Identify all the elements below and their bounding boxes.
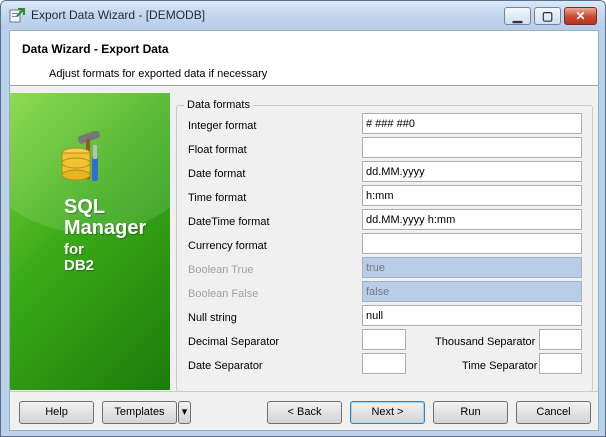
decimal-separator-label: Decimal Separator: [188, 336, 280, 348]
title-bar[interactable]: Export Data Wizard - [DEMODB] ▁ ▢ ✕: [1, 1, 605, 29]
currency-format-input[interactable]: [362, 233, 582, 254]
templates-button[interactable]: Templates: [102, 401, 177, 424]
wizard-body: Data Wizard - Export Data Adjust formats…: [9, 30, 599, 431]
maximize-icon: ▢: [541, 9, 554, 23]
wizard-header: Data Wizard - Export Data Adjust formats…: [10, 31, 598, 86]
footer-divider: [10, 391, 598, 392]
close-button[interactable]: ✕: [564, 7, 597, 25]
date-format-input[interactable]: [362, 161, 582, 182]
banner-line-manager: Manager: [64, 217, 147, 239]
back-button[interactable]: < Back: [267, 401, 342, 424]
boolean-false-input: [362, 281, 582, 302]
banner-line-sql: SQL: [64, 196, 106, 218]
time-separator-input[interactable]: [539, 353, 582, 374]
decimal-separator-input[interactable]: [362, 329, 406, 350]
float-format-label: Float format: [188, 144, 247, 156]
date-format-label: Date format: [188, 168, 246, 180]
time-format-input[interactable]: [362, 185, 582, 206]
banner-line-for: for: [64, 241, 84, 258]
banner-line-db2: DB2: [64, 257, 95, 274]
run-button[interactable]: Run: [433, 401, 508, 424]
export-wizard-app-icon: [9, 8, 25, 23]
minimize-icon: ▁: [512, 9, 523, 23]
datetime-format-input[interactable]: [362, 209, 582, 230]
chevron-down-icon: ▾: [181, 406, 188, 418]
float-format-input[interactable]: [362, 137, 582, 158]
null-string-input[interactable]: [362, 305, 582, 326]
templates-dropdown-button[interactable]: ▾: [178, 401, 191, 424]
time-separator-label: Time Separator: [462, 360, 538, 372]
banner-edition: for DB2: [64, 242, 94, 274]
boolean-true-label: Boolean True: [188, 264, 254, 276]
banner-product-name: SQL Manager: [64, 197, 146, 239]
thousand-separator-label: Thousand Separator: [435, 336, 536, 348]
window-title: Export Data Wizard - [DEMODB]: [31, 8, 206, 22]
boolean-false-label: Boolean False: [188, 288, 259, 300]
next-button[interactable]: Next >: [350, 401, 425, 424]
minimize-button[interactable]: ▁: [504, 7, 531, 25]
date-separator-input[interactable]: [362, 353, 406, 374]
currency-format-label: Currency format: [188, 240, 267, 252]
export-wizard-window: Export Data Wizard - [DEMODB] ▁ ▢ ✕ Data…: [0, 0, 606, 437]
data-formats-group-title: Data formats: [184, 99, 253, 111]
product-banner: SQL Manager for DB2: [10, 93, 170, 390]
integer-format-input[interactable]: [362, 113, 582, 134]
help-button[interactable]: Help: [19, 401, 94, 424]
thousand-separator-input[interactable]: [539, 329, 582, 350]
date-separator-label: Date Separator: [188, 360, 263, 372]
cancel-button[interactable]: Cancel: [516, 401, 591, 424]
null-string-label: Null string: [188, 312, 237, 324]
close-icon: ✕: [575, 9, 586, 23]
integer-format-label: Integer format: [188, 120, 257, 132]
time-format-label: Time format: [188, 192, 247, 204]
maximize-button[interactable]: ▢: [534, 7, 561, 25]
wizard-step-subtitle: Adjust formats for exported data if nece…: [49, 68, 268, 80]
datetime-format-label: DateTime format: [188, 216, 270, 228]
boolean-true-input: [362, 257, 582, 278]
database-tools-icon: [61, 131, 101, 181]
wizard-step-title: Data Wizard - Export Data: [22, 42, 169, 56]
